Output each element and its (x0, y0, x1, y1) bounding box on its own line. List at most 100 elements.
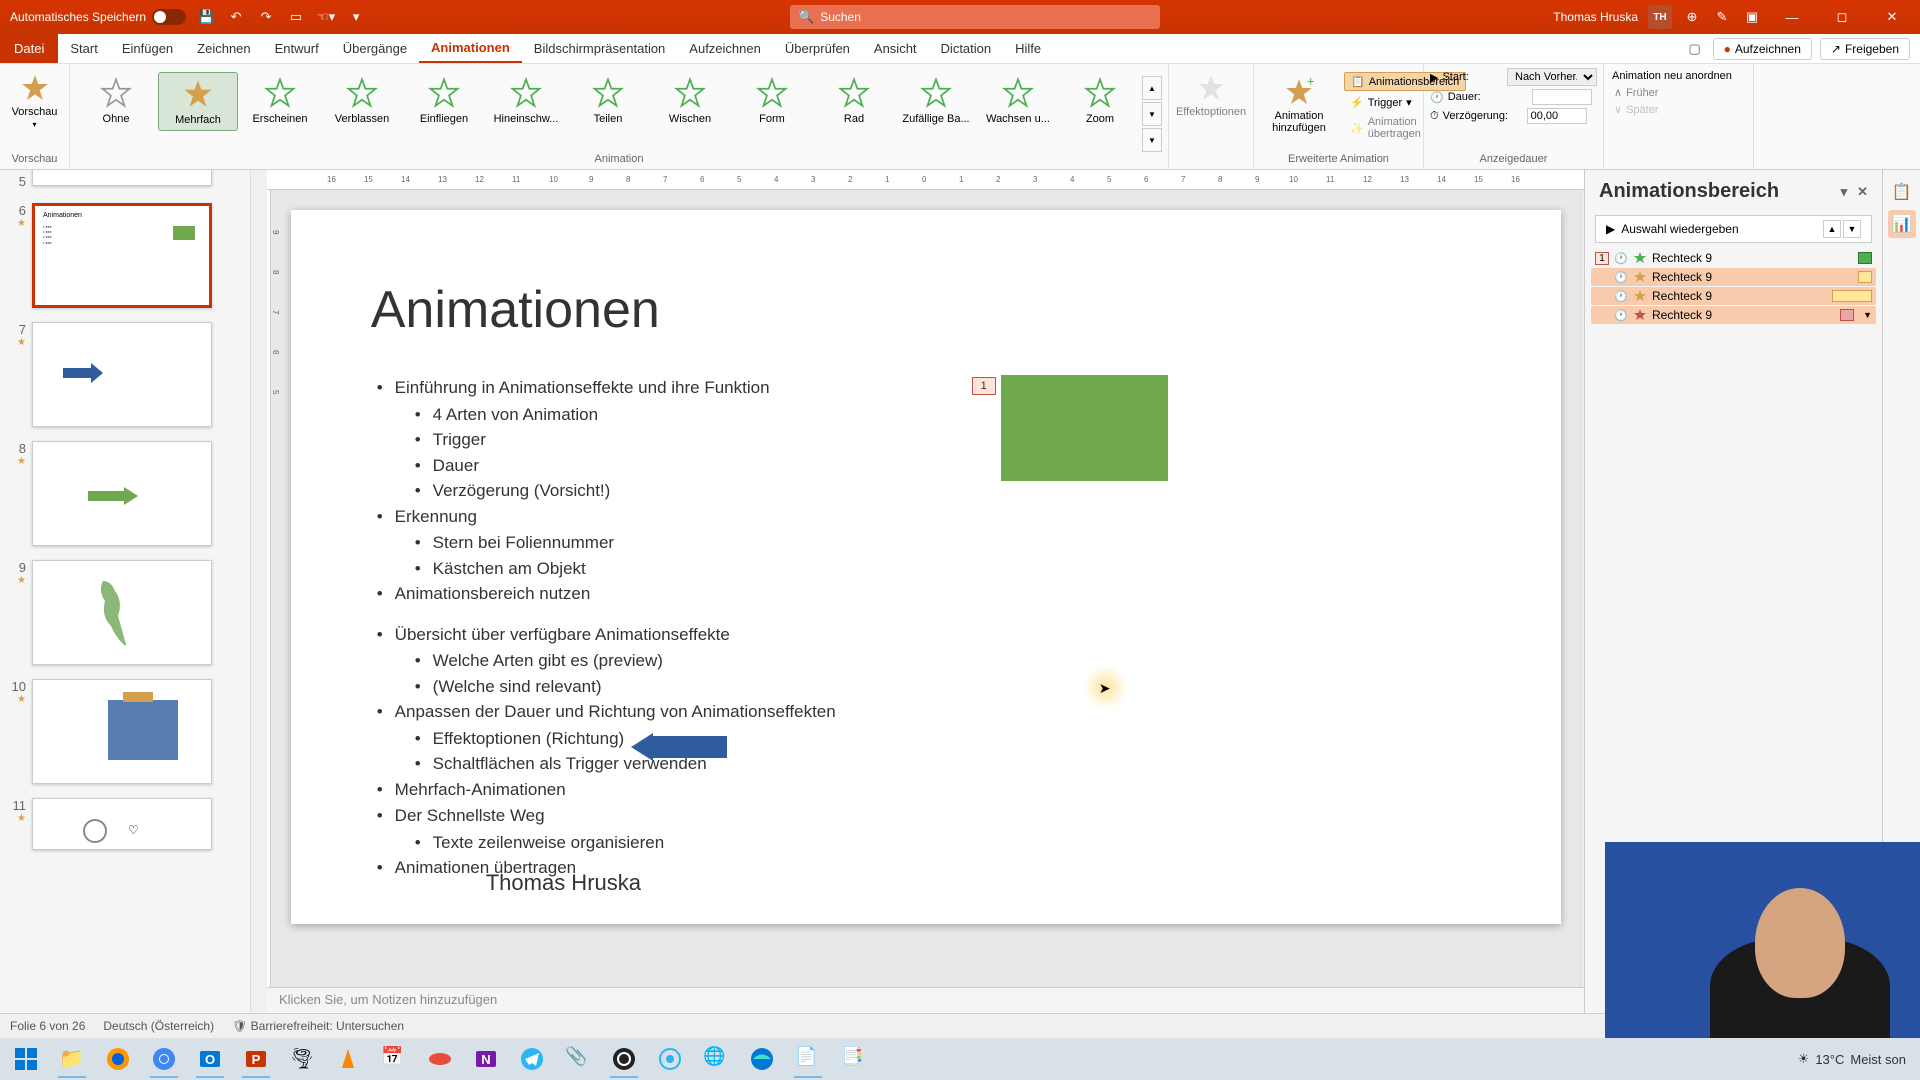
tab-review[interactable]: Überprüfen (773, 34, 862, 63)
rightbar-btn-2[interactable]: 📊 (1888, 210, 1916, 238)
save-icon[interactable]: 💾 (196, 7, 216, 27)
rightbar-btn-1[interactable]: 📋 (1888, 178, 1916, 206)
play-selection[interactable]: Auswahl wiedergeben (1621, 222, 1738, 236)
anim-floatin[interactable]: Hineinschw... (486, 72, 566, 129)
tab-insert[interactable]: Einfügen (110, 34, 185, 63)
search-box[interactable]: 🔍 (790, 5, 1160, 29)
anim-none[interactable]: Ohne (76, 72, 156, 129)
gallery-down[interactable]: ▼ (1142, 102, 1162, 126)
taskbar-app-6[interactable]: 🌪 (280, 1040, 324, 1078)
green-rectangle-shape[interactable] (1001, 375, 1168, 481)
anim-zoom[interactable]: Zoom (1060, 72, 1140, 129)
record-button[interactable]: ●Aufzeichnen (1713, 38, 1812, 60)
file-tab[interactable]: Datei (0, 34, 58, 63)
anim-item-4[interactable]: 🕐 Rechteck 9 ▼ (1591, 306, 1876, 324)
taskbar-app-8[interactable]: 📅 (372, 1040, 416, 1078)
notes-placeholder[interactable]: Klicken Sie, um Notizen hinzuzufügen (267, 987, 1584, 1013)
taskbar-telegram[interactable] (510, 1040, 554, 1078)
slide-thumb-5[interactable] (32, 170, 212, 186)
taskbar-firefox[interactable] (96, 1040, 140, 1078)
chevron-down-icon[interactable]: ▼ (1863, 310, 1872, 320)
anim-wipe[interactable]: Wischen (650, 72, 730, 129)
tab-view[interactable]: Ansicht (862, 34, 929, 63)
anim-item-2[interactable]: 🕐 Rechteck 9 (1591, 268, 1876, 286)
thumb-scrollbar[interactable] (250, 170, 267, 1013)
gallery-up[interactable]: ▲ (1142, 76, 1162, 100)
anim-item-3[interactable]: 🕐 Rechteck 9 (1591, 287, 1876, 305)
pane-dropdown-icon[interactable]: ▾ (1841, 184, 1848, 200)
search-input[interactable] (820, 10, 1152, 24)
taskbar-powerpoint[interactable]: P (234, 1040, 278, 1078)
language[interactable]: Deutsch (Österreich) (103, 1019, 214, 1033)
anim-multiple[interactable]: Mehrfach (158, 72, 238, 131)
taskbar-onenote[interactable]: N (464, 1040, 508, 1078)
tab-animations[interactable]: Animationen (419, 34, 522, 63)
slide-canvas[interactable]: Animationen Einführung in Animationseffe… (291, 210, 1561, 924)
touch-icon[interactable]: ☜▾ (316, 7, 336, 27)
anim-grow[interactable]: Wachsen u... (978, 72, 1058, 129)
anim-wheel[interactable]: Rad (814, 72, 894, 129)
taskbar-edge[interactable] (740, 1040, 784, 1078)
taskbar-app-9[interactable] (418, 1040, 462, 1078)
user-avatar[interactable]: TH (1648, 5, 1672, 29)
slide-thumb-11[interactable]: ♡ (32, 798, 212, 850)
slide-thumb-9[interactable] (32, 560, 212, 665)
slide-thumb-10[interactable] (32, 679, 212, 784)
slide-counter[interactable]: Folie 6 von 26 (10, 1019, 85, 1033)
accessibility[interactable]: 🛡 Barrierefreiheit: Untersuchen (232, 1019, 404, 1033)
window-icon[interactable]: ▣ (1742, 7, 1762, 27)
drawing-icon[interactable]: ✎ (1712, 7, 1732, 27)
taskbar-vlc[interactable] (326, 1040, 370, 1078)
anim-appear[interactable]: Erscheinen (240, 72, 320, 129)
taskbar-chrome[interactable] (142, 1040, 186, 1078)
slide-title[interactable]: Animationen (371, 280, 660, 340)
author-text[interactable]: Thomas Hruska (486, 870, 641, 896)
anim-flyin[interactable]: Einfliegen (404, 72, 484, 129)
taskbar-app-15[interactable]: 🌐 (694, 1040, 738, 1078)
taskbar-explorer[interactable]: 📁 (50, 1040, 94, 1078)
duration-input[interactable] (1532, 89, 1592, 105)
move-down-icon[interactable]: ▼ (1843, 220, 1861, 238)
anim-shape[interactable]: Form (732, 72, 812, 129)
anim-item-1[interactable]: 1 🕐 Rechteck 9 (1591, 249, 1876, 267)
slide-thumb-6[interactable]: Animationen• xxx• xxx• xxx• xxx (32, 203, 212, 308)
animation-tag[interactable]: 1 (972, 377, 996, 395)
taskbar-app-12[interactable]: 📎 (556, 1040, 600, 1078)
tab-record[interactable]: Aufzeichnen (677, 34, 773, 63)
undo-icon[interactable]: ↶ (226, 7, 246, 27)
slide-vscrollbar[interactable] (1581, 190, 1584, 987)
globe-icon[interactable]: ⊕ (1682, 7, 1702, 27)
gallery-more[interactable]: ▼ (1142, 128, 1162, 152)
delay-input[interactable] (1527, 108, 1587, 124)
move-earlier[interactable]: ∧ Früher (1610, 84, 1747, 101)
pane-close-icon[interactable]: ✕ (1857, 184, 1868, 200)
share-button[interactable]: ↗Freigeben (1820, 38, 1910, 60)
slide-thumb-7[interactable] (32, 322, 212, 427)
redo-icon[interactable]: ↷ (256, 7, 276, 27)
taskbar-app-18[interactable]: 📑 (832, 1040, 876, 1078)
minimize-button[interactable]: — (1772, 0, 1812, 34)
tab-transitions[interactable]: Übergänge (331, 34, 419, 63)
preview-button[interactable]: Vorschau ▾ (8, 68, 62, 133)
qat-more-icon[interactable]: ▾ (346, 7, 366, 27)
slideshow-icon[interactable]: ▭ (286, 7, 306, 27)
tab-start[interactable]: Start (58, 34, 109, 63)
taskbar-outlook[interactable]: O (188, 1040, 232, 1078)
close-button[interactable]: ✕ (1872, 0, 1912, 34)
anim-randombars[interactable]: Zufällige Ba... (896, 72, 976, 129)
add-animation[interactable]: + Animation hinzufügen (1260, 72, 1338, 142)
slide-body[interactable]: Einführung in Animationseffekte und ihre… (371, 375, 836, 882)
taskbar-obs[interactable] (602, 1040, 646, 1078)
tab-slideshow[interactable]: Bildschirmpräsentation (522, 34, 678, 63)
taskbar-app-17[interactable]: 📄 (786, 1040, 830, 1078)
tab-help[interactable]: Hilfe (1003, 34, 1053, 63)
tab-design[interactable]: Entwurf (263, 34, 331, 63)
start-menu[interactable] (4, 1040, 48, 1078)
weather-widget[interactable]: ☀ 13°C Meist son (1798, 1051, 1916, 1067)
move-up-icon[interactable]: ▲ (1823, 220, 1841, 238)
anim-fade[interactable]: Verblassen (322, 72, 402, 129)
collapse-ribbon-icon[interactable]: ▢ (1685, 39, 1705, 59)
slide-thumb-8[interactable] (32, 441, 212, 546)
blue-arrow-shape[interactable] (631, 733, 727, 761)
maximize-button[interactable]: ◻ (1822, 0, 1862, 34)
